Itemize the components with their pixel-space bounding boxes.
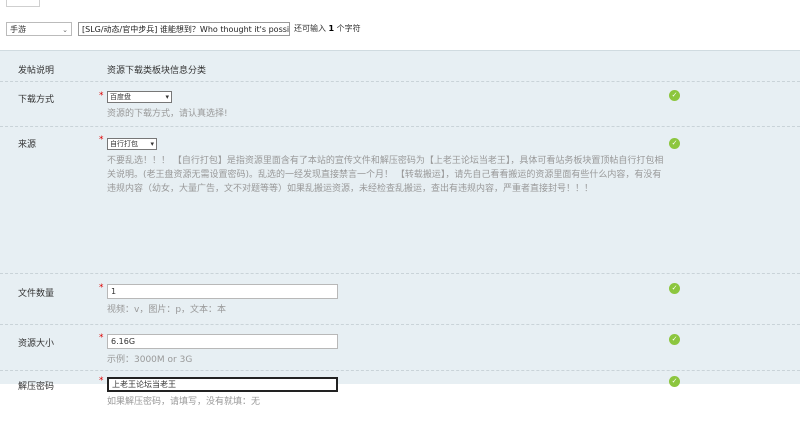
file-count-label: 文件数量: [18, 289, 55, 299]
type-select[interactable]: 手游 ⌄: [6, 22, 72, 36]
title-input[interactable]: [SLG/动态/官中步兵] 谁能想到？Who thought it's poss…: [78, 22, 290, 36]
remain-suffix: 个字符: [336, 24, 361, 33]
unzip-password-input[interactable]: 上老王论坛当老王: [107, 377, 338, 392]
chevron-down-icon: ▾: [165, 93, 169, 101]
resource-size-label: 资源大小: [18, 339, 55, 349]
file-count-input[interactable]: 1: [107, 284, 338, 299]
remain-prefix: 还可输入: [294, 24, 326, 33]
download-method-value: 百度盘: [110, 93, 131, 101]
check-circle-icon: ✓: [669, 376, 680, 387]
remaining-chars: 还可输入 1 个字符: [294, 22, 361, 36]
file-count-hint: 视频：v，图片：p，文本：本: [107, 305, 227, 315]
remain-count: 1: [328, 24, 335, 33]
download-method-row: 下载方式 * 百度盘 ▾ 资源的下载方式，请认真选择! ✓: [0, 82, 800, 127]
header-title: 资源下载类板块信息分类: [107, 66, 207, 76]
file-count-row: 文件数量 * 1 视频：v，图片：p，文本：本 ✓: [0, 274, 800, 325]
resource-size-row: 资源大小 * 6.16G 示例：3000M or 3G ✓: [0, 325, 800, 371]
chevron-down-icon: ▾: [150, 140, 154, 148]
check-circle-icon: ✓: [669, 138, 680, 149]
source-select[interactable]: 自行打包 ▾: [107, 138, 157, 150]
unzip-password-label: 解压密码: [18, 382, 55, 392]
resource-size-input[interactable]: 6.16G: [107, 334, 338, 349]
check-circle-icon: ✓: [669, 334, 680, 345]
type-select-value: 手游: [10, 25, 26, 34]
source-description: 不要乱选！！！ 【自行打包】是指资源里面含有了本站的宣传文件和解压密码为【上老王…: [107, 156, 664, 194]
download-method-label: 下载方式: [18, 95, 55, 105]
post-form: 发帖说明 资源下载类板块信息分类 下载方式 * 百度盘 ▾ 资源的下载方式，请认…: [0, 50, 800, 407]
download-method-select[interactable]: 百度盘 ▾: [107, 91, 172, 103]
top-tab-strip: [0, 0, 800, 15]
resource-size-hint: 示例：3000M or 3G: [107, 355, 193, 365]
unzip-password-hint: 如果解压密码，请填写，没有就填：无: [107, 397, 261, 407]
source-label: 来源: [18, 140, 37, 150]
download-method-hint: 资源的下载方式，请认真选择!: [107, 109, 228, 119]
form-header-row: 发帖说明 资源下载类板块信息分类: [0, 51, 800, 82]
required-mark: *: [99, 135, 104, 145]
check-circle-icon: ✓: [669, 283, 680, 294]
required-mark: *: [99, 376, 104, 386]
header-label: 发帖说明: [18, 66, 55, 76]
required-mark: *: [99, 333, 104, 343]
chevron-down-icon: ⌄: [62, 26, 68, 34]
required-mark: *: [99, 91, 104, 101]
check-circle-icon: ✓: [669, 90, 680, 101]
source-row: 来源 * 自行打包 ▾ 不要乱选！！！ 【自行打包】是指资源里面含有了本站的宣传…: [0, 127, 800, 274]
active-tab[interactable]: [6, 0, 40, 7]
required-mark: *: [99, 283, 104, 293]
source-value: 自行打包: [110, 140, 138, 148]
unzip-password-row: 解压密码 * 上老王论坛当老王 如果解压密码，请填写，没有就填：无 ✓: [0, 371, 800, 421]
